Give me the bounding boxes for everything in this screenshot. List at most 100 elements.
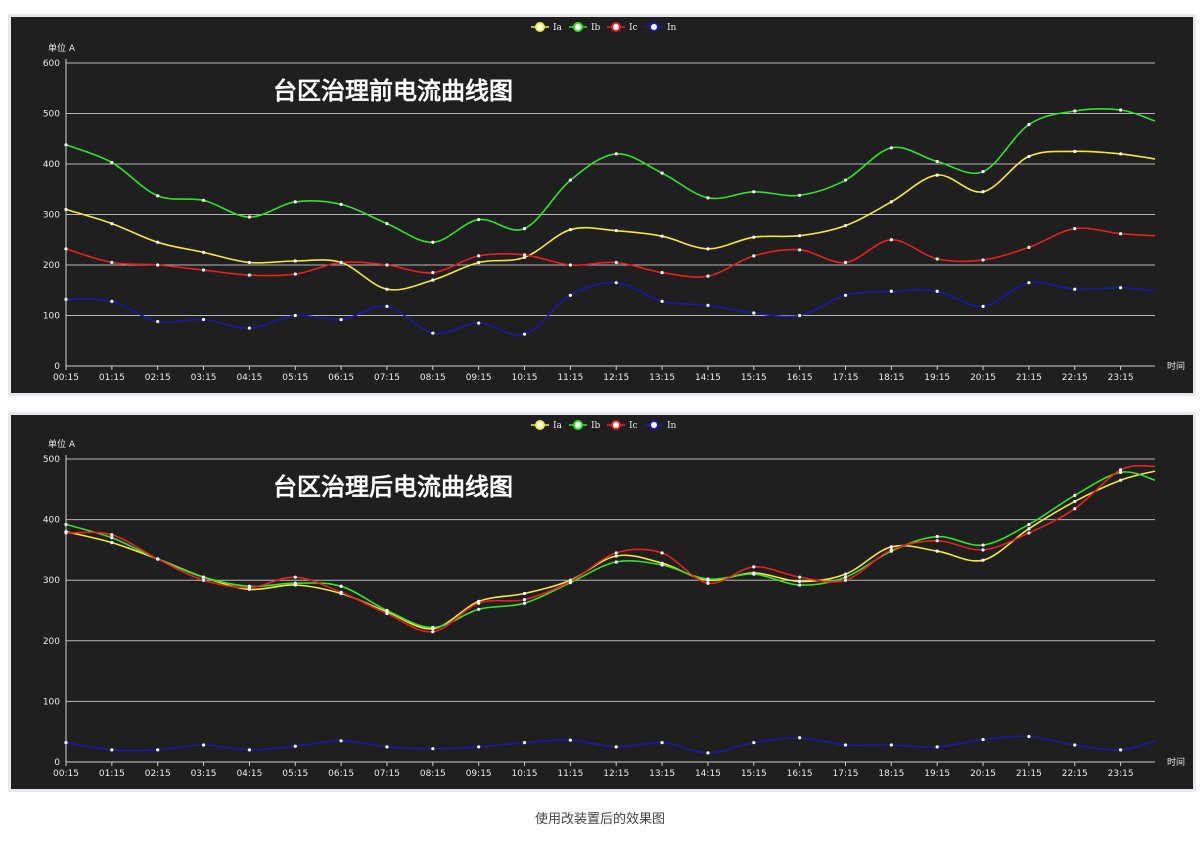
series-line-Ic	[65, 227, 1156, 278]
legend-label[interactable]: Ic	[629, 23, 638, 33]
data-point-Ib	[293, 581, 297, 585]
x-tick-label: 17:15	[833, 769, 859, 779]
data-point-Ic	[660, 270, 664, 275]
data-point-In	[935, 289, 939, 293]
data-point-Ib	[247, 215, 252, 219]
x-tick-label: 16:15	[787, 769, 813, 779]
data-point-Ib	[1027, 123, 1031, 127]
x-tick-label: 18:15	[878, 373, 904, 383]
x-tick-label: 06:15	[328, 769, 354, 779]
data-point-Ia	[1119, 152, 1123, 156]
data-point-Ic	[889, 238, 893, 242]
legend-marker	[611, 420, 621, 430]
data-point-Ic	[201, 578, 206, 582]
x-tick-label: 15:15	[741, 769, 767, 779]
data-point-In	[201, 317, 206, 322]
legend-label[interactable]: In	[667, 421, 677, 431]
data-point-Ic	[843, 578, 848, 582]
x-tick-label: 17:15	[833, 373, 859, 383]
data-point-Ic	[843, 260, 848, 265]
data-point-In	[706, 751, 710, 755]
data-point-Ic	[156, 263, 160, 267]
x-tick-label: 10:15	[512, 373, 538, 383]
legend-label[interactable]: In	[667, 23, 677, 33]
legend-marker	[535, 22, 545, 32]
data-point-Ib	[935, 159, 939, 164]
data-point-Ib	[385, 221, 389, 226]
data-point-In	[614, 281, 618, 285]
data-point-Ia	[247, 260, 252, 265]
data-point-In	[522, 332, 527, 336]
y-tick-label: 0	[54, 362, 60, 372]
legend-label[interactable]: Ia	[553, 23, 563, 33]
legend-marker	[535, 420, 545, 430]
data-point-Ib	[1073, 493, 1077, 497]
data-point-Ic	[293, 272, 297, 276]
x-tick-label: 18:15	[878, 769, 904, 779]
series-line-Ib	[65, 108, 1156, 244]
data-point-Ic	[1119, 468, 1123, 472]
data-point-Ia	[568, 228, 572, 232]
x-tick-label: 08:15	[420, 769, 446, 779]
series-line-In	[65, 281, 1156, 336]
data-point-Ic	[156, 557, 160, 561]
data-point-Ic	[981, 258, 985, 262]
data-point-Ia	[706, 247, 710, 251]
data-point-Ib	[64, 143, 68, 147]
data-point-Ib	[568, 178, 572, 182]
data-point-Ic	[981, 548, 985, 552]
legend-marker	[649, 22, 659, 32]
data-point-Ic	[385, 263, 389, 267]
y-axis-label: 单位 A	[48, 42, 76, 54]
data-point-Ib	[110, 160, 114, 165]
data-point-Ic	[706, 581, 710, 585]
data-point-Ia	[614, 229, 618, 233]
y-tick-label: 600	[43, 59, 60, 69]
data-point-Ic	[1027, 531, 1031, 535]
data-point-In	[201, 743, 206, 747]
y-tick-label: 400	[43, 160, 60, 170]
data-point-Ic	[522, 597, 527, 602]
data-point-In	[1027, 734, 1031, 739]
legend-label[interactable]: Ic	[629, 421, 638, 431]
x-axis-label: 时间	[1167, 756, 1185, 768]
x-tick-label: 06:15	[328, 373, 354, 383]
data-point-Ia	[889, 545, 893, 549]
data-point-Ia	[981, 558, 985, 562]
y-tick-label: 200	[43, 637, 60, 647]
y-tick-label: 100	[43, 697, 60, 707]
data-point-Ic	[706, 274, 710, 278]
x-tick-label: 13:15	[649, 769, 675, 779]
data-point-Ib	[477, 607, 481, 611]
data-point-Ia	[843, 572, 848, 576]
legend-label[interactable]: Ib	[591, 23, 601, 33]
data-point-Ib	[614, 152, 618, 156]
data-point-Ia	[110, 221, 114, 226]
line-chart-after: 0 100 200 300 400 500 00:15 01:15 02:15 03:15 04:1…	[43, 420, 1185, 779]
data-point-Ib	[385, 608, 389, 613]
data-point-Ic	[1119, 232, 1123, 236]
data-point-Ic	[1073, 507, 1077, 511]
x-tick-label: 07:15	[374, 373, 400, 383]
data-point-Ic	[935, 539, 939, 543]
data-point-In	[339, 317, 343, 322]
legend-marker	[573, 22, 583, 32]
figure-caption: 使用改装置后的效果图	[534, 812, 665, 827]
x-tick-label: 12:15	[603, 769, 629, 779]
legend-label[interactable]: Ia	[553, 421, 563, 431]
data-point-In	[293, 744, 297, 748]
legend-label[interactable]: Ib	[591, 421, 601, 431]
data-point-Ic	[660, 551, 664, 555]
data-point-Ic	[477, 601, 481, 605]
data-point-In	[660, 299, 664, 303]
data-point-Ic	[935, 257, 939, 261]
data-point-In	[247, 326, 252, 330]
y-axis-label: 单位 A	[48, 438, 76, 450]
x-tick-label: 20:15	[970, 373, 996, 383]
x-tick-label: 00:15	[53, 373, 79, 383]
data-point-In	[660, 741, 664, 745]
data-point-In	[843, 743, 848, 747]
data-point-Ib	[110, 536, 114, 540]
x-tick-label: 12:15	[603, 373, 629, 383]
data-point-Ib	[752, 572, 756, 576]
